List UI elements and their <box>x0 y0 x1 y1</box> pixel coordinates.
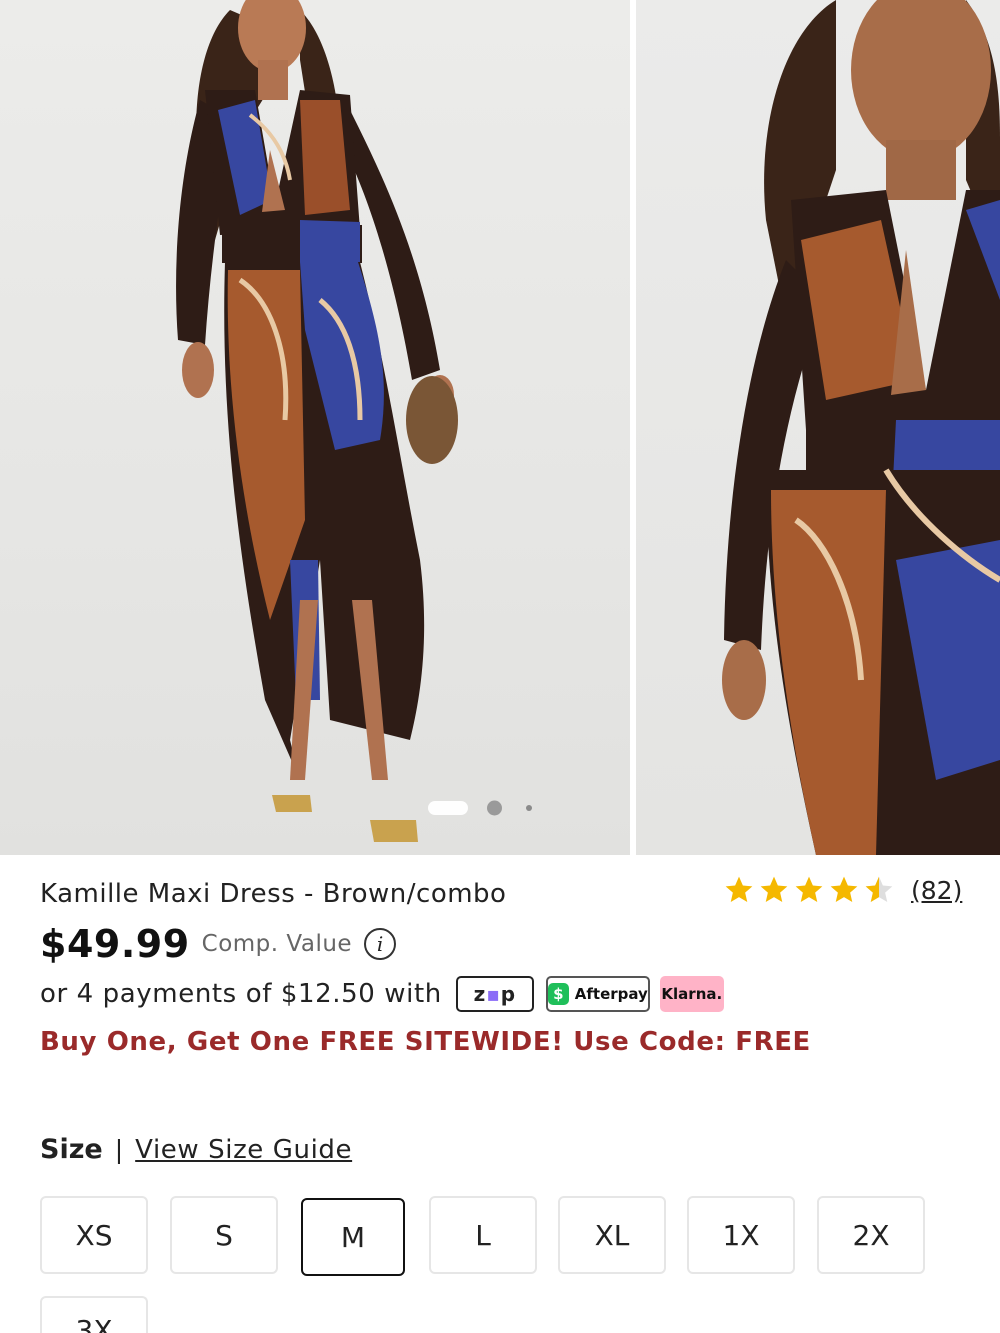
size-option-xl[interactable]: XL <box>558 1196 666 1274</box>
review-count-link[interactable]: (82) <box>911 876 962 905</box>
product-image-front[interactable] <box>0 0 630 855</box>
size-option-1x[interactable]: 1X <box>687 1196 795 1274</box>
klarna-label: Klarna. <box>661 985 723 1003</box>
product-price: $49.99 <box>40 922 190 966</box>
size-option-label: S <box>215 1218 233 1252</box>
size-header: Size | View Size Guide <box>40 1134 352 1165</box>
size-option-label: 3X <box>75 1314 113 1333</box>
comp-value-label: Comp. Value <box>201 931 353 957</box>
star-half-icon <box>865 876 893 902</box>
installments-row: or 4 payments of $12.50 with z▪p $ After… <box>40 976 724 1012</box>
size-option-label: L <box>475 1218 491 1252</box>
rating-stars <box>722 874 897 906</box>
star-full-icon <box>725 876 753 902</box>
star-full-icon <box>795 876 823 902</box>
product-image-closeup[interactable] <box>636 0 1000 855</box>
size-option-label: M <box>340 1220 366 1254</box>
star-full-icon <box>830 876 858 902</box>
size-guide-link[interactable]: View Size Guide <box>135 1135 352 1165</box>
size-label: Size <box>40 1134 103 1165</box>
carousel-dot-active[interactable] <box>428 801 468 815</box>
zip-badge[interactable]: z▪p <box>455 976 534 1012</box>
size-option-label: 2X <box>852 1218 890 1252</box>
size-option-3x[interactable]: 3X <box>40 1296 148 1333</box>
carousel-pagination <box>428 800 538 816</box>
size-option-label: XL <box>594 1218 630 1252</box>
carousel-dot[interactable] <box>487 800 502 816</box>
size-option-xs[interactable]: XS <box>40 1196 148 1274</box>
size-option-l[interactable]: L <box>429 1196 537 1274</box>
info-icon[interactable]: i <box>364 928 397 960</box>
size-option-label: 1X <box>722 1218 760 1252</box>
afterpay-badge[interactable]: $ Afterpay <box>545 976 650 1012</box>
star-full-icon <box>760 876 788 902</box>
size-option-s[interactable]: S <box>170 1196 278 1274</box>
zip-logo: z▪p <box>473 982 517 1006</box>
afterpay-label: Afterpay <box>574 985 648 1003</box>
klarna-badge[interactable]: Klarna. <box>659 976 724 1012</box>
installments-text: or 4 payments of $12.50 with <box>40 979 442 1009</box>
cash-app-icon: $ <box>547 983 569 1005</box>
size-option-2x[interactable]: 2X <box>817 1196 925 1274</box>
product-image-carousel[interactable] <box>0 0 1000 855</box>
size-option-label: XS <box>75 1218 113 1252</box>
product-title: Kamille Maxi Dress - Brown/combo <box>40 879 507 909</box>
size-option-m[interactable]: M <box>301 1198 405 1276</box>
size-separator: | <box>114 1135 124 1164</box>
carousel-dot[interactable] <box>526 805 532 811</box>
promo-banner: Buy One, Get One FREE SITEWIDE! Use Code… <box>40 1027 811 1057</box>
product-rating[interactable]: (82) <box>722 874 962 906</box>
price-row: $49.99 Comp. Value i <box>40 922 397 966</box>
